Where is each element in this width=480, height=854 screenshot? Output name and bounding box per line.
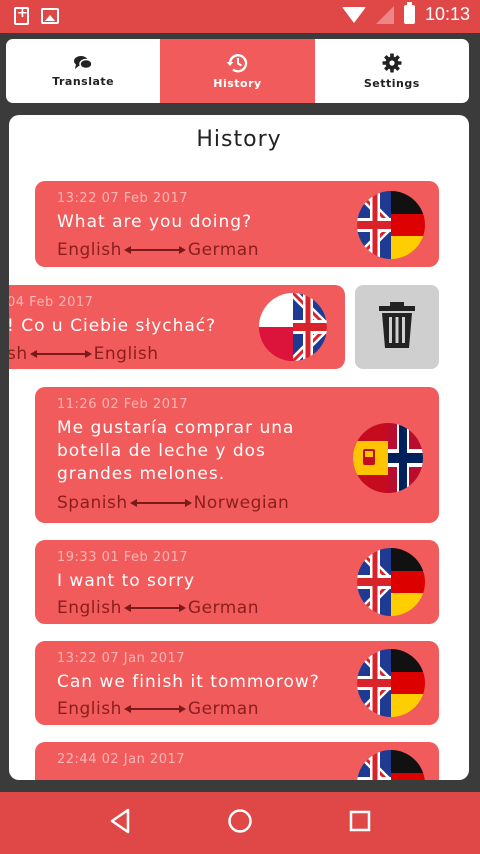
status-bar: 10:13 bbox=[0, 0, 480, 33]
page-title: History bbox=[196, 127, 282, 152]
swap-arrow-icon bbox=[123, 244, 186, 256]
history-item-time: 19:33 01 Feb 2017 bbox=[57, 550, 189, 565]
history-item-text: What are you doing? bbox=[57, 212, 253, 232]
history-item-text: ¿! Co u Ciebie słychać? bbox=[9, 316, 217, 336]
history-item-source-lang: Spanish bbox=[57, 493, 128, 513]
history-item-languages: English German bbox=[57, 240, 259, 260]
gear-icon bbox=[382, 53, 402, 73]
history-item-source-lang: English bbox=[57, 240, 122, 260]
back-icon bbox=[109, 808, 131, 838]
history-panel: History 13:22 07 Feb 2017 What are you d… bbox=[9, 115, 469, 780]
uk-germany-flag-icon bbox=[357, 548, 425, 616]
history-item-swiped[interactable]: 04 Feb 2017 ¿! Co u Ciebie słychać? sh E… bbox=[9, 285, 345, 369]
status-time: 10:13 bbox=[424, 4, 470, 24]
swap-arrow-icon bbox=[29, 348, 92, 360]
history-item-target-lang: German bbox=[187, 699, 259, 719]
swap-arrow-icon bbox=[123, 703, 186, 715]
tab-bar: Translate History Settings bbox=[6, 39, 469, 103]
swap-arrow-icon bbox=[123, 602, 186, 614]
history-item-target-lang: German bbox=[187, 240, 259, 260]
tab-settings[interactable]: Settings bbox=[315, 39, 469, 103]
history-item-source-lang: English bbox=[57, 699, 122, 719]
history-item-time: 04 Feb 2017 bbox=[9, 295, 94, 310]
history-item-target-lang: German bbox=[187, 598, 259, 618]
history-item-source-lang: sh bbox=[9, 344, 28, 364]
history-item-languages: English German bbox=[57, 699, 259, 719]
history-item-target-lang: English bbox=[93, 344, 159, 364]
uk-germany-flag-icon bbox=[357, 191, 425, 259]
history-item[interactable]: 11:26 02 Feb 2017 Me gustaría comprar un… bbox=[35, 387, 439, 523]
signal-icon bbox=[375, 5, 394, 24]
battery-plus-icon bbox=[14, 6, 29, 25]
wifi-icon bbox=[341, 6, 366, 23]
history-item-languages: English German bbox=[57, 598, 259, 618]
history-item-target-lang: Norwegian bbox=[193, 493, 290, 513]
chat-bubbles-icon bbox=[73, 55, 93, 71]
history-item-time: 22:44 02 Jan 2017 bbox=[57, 752, 186, 767]
spain-norway-flag-icon bbox=[353, 423, 423, 493]
history-item-text: I want to sorry bbox=[57, 571, 196, 591]
trash-icon bbox=[379, 302, 415, 352]
tab-translate-label: Translate bbox=[52, 74, 115, 88]
history-item-languages: Spanish Norwegian bbox=[57, 493, 289, 513]
tab-translate[interactable]: Translate bbox=[6, 39, 160, 103]
tab-history[interactable]: History bbox=[160, 39, 315, 103]
uk-germany-flag-icon bbox=[357, 649, 425, 717]
history-item-time: 13:22 07 Jan 2017 bbox=[57, 651, 186, 666]
history-item-languages: sh English bbox=[9, 344, 159, 364]
recents-button[interactable] bbox=[340, 803, 380, 843]
tab-settings-label: Settings bbox=[363, 76, 420, 90]
history-item-time: 11:26 02 Feb 2017 bbox=[57, 397, 189, 412]
recents-icon bbox=[348, 809, 372, 837]
image-icon bbox=[41, 8, 59, 24]
history-item-text: Can we finish it tommorow? bbox=[57, 672, 320, 692]
tab-history-label: History bbox=[213, 76, 262, 90]
navigation-bar bbox=[0, 792, 480, 854]
history-item[interactable]: 22:44 02 Jan 2017 bbox=[35, 742, 439, 780]
history-item[interactable]: 13:22 07 Jan 2017 Can we finish it tommo… bbox=[35, 641, 439, 725]
history-item[interactable]: 13:22 07 Feb 2017 What are you doing? En… bbox=[35, 181, 439, 267]
history-icon bbox=[226, 53, 248, 73]
delete-button[interactable] bbox=[355, 285, 439, 369]
history-item[interactable]: 19:33 01 Feb 2017 I want to sorry Englis… bbox=[35, 540, 439, 624]
uk-germany-flag-icon bbox=[357, 750, 425, 780]
battery-icon bbox=[403, 2, 415, 24]
history-item-source-lang: English bbox=[57, 598, 122, 618]
history-item-time: 13:22 07 Feb 2017 bbox=[57, 191, 189, 206]
swap-arrow-icon bbox=[129, 497, 192, 509]
poland-uk-flag-icon bbox=[259, 293, 327, 361]
home-button[interactable] bbox=[220, 803, 260, 843]
home-icon bbox=[227, 808, 253, 838]
history-item-text: Me gustaría comprar una botella de leche… bbox=[57, 418, 295, 484]
back-button[interactable] bbox=[100, 803, 140, 843]
